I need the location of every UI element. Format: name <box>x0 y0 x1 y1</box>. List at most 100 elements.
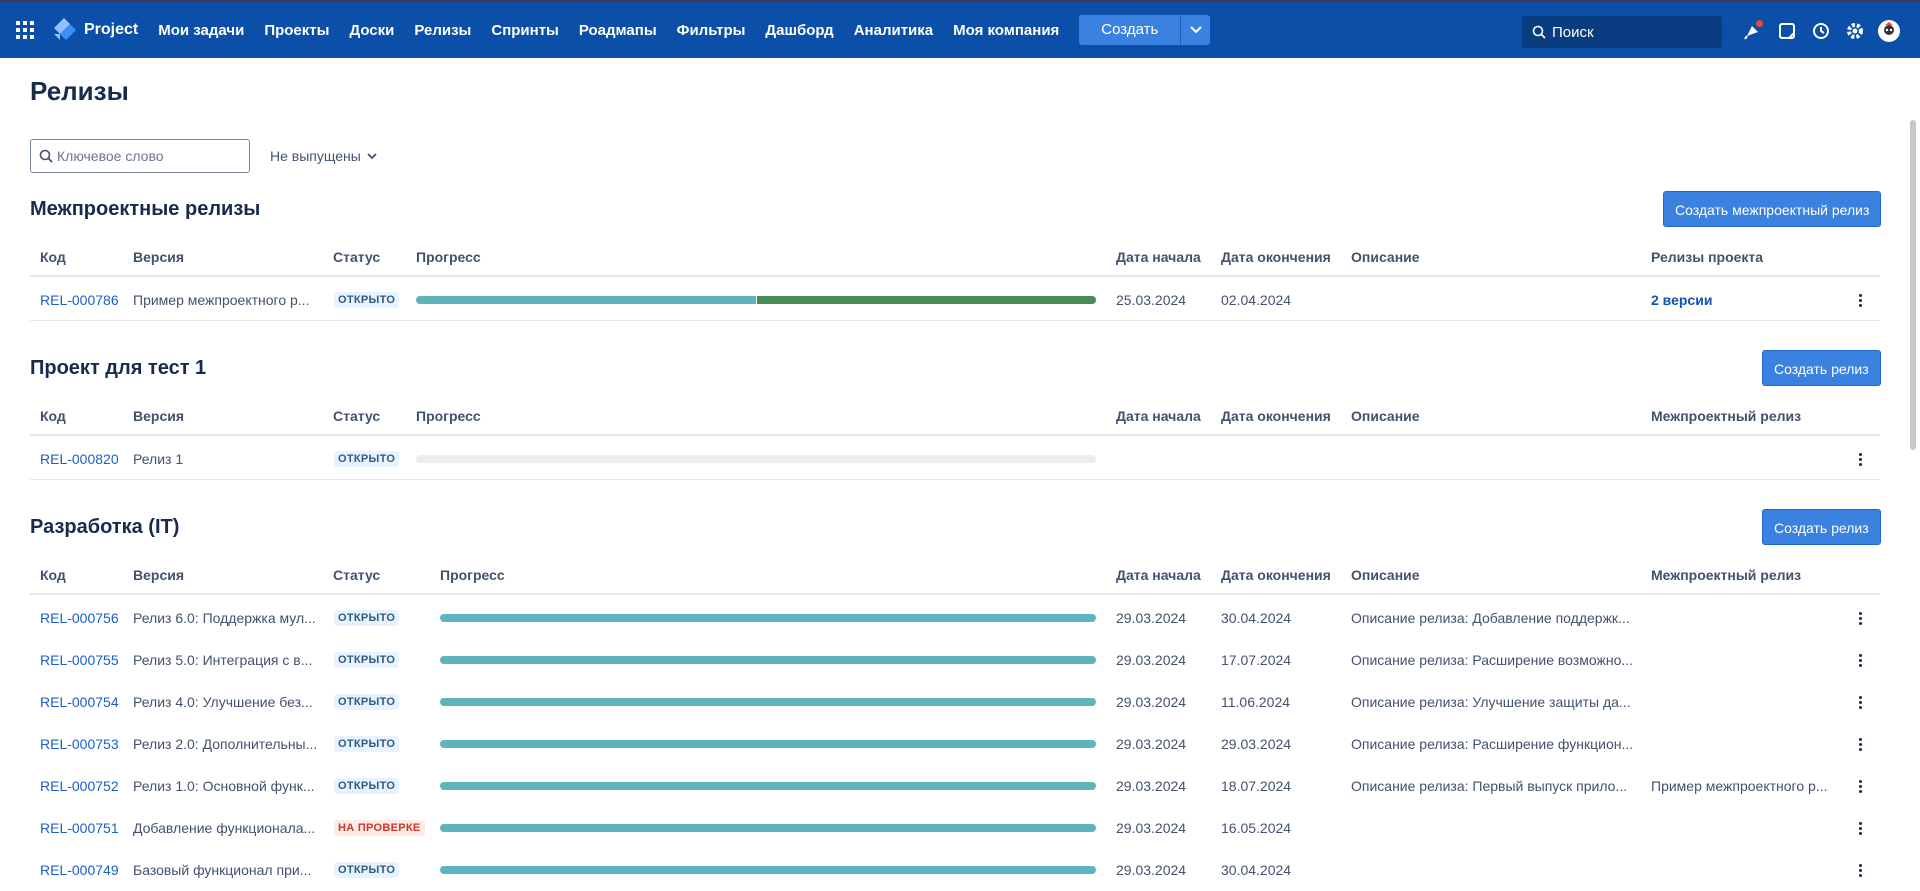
column-header-version[interactable]: Версия <box>133 567 184 583</box>
column-header-end[interactable]: Дата окончения <box>1221 408 1331 424</box>
more-actions-icon[interactable] <box>1852 819 1868 837</box>
app-logo[interactable]: Project <box>52 18 138 42</box>
release-version[interactable]: Релиз 4.0: Улучшение без... <box>133 694 313 710</box>
column-header-related[interactable]: Межпроектный релиз <box>1651 567 1801 583</box>
progress-segment-in-progress <box>440 614 1096 622</box>
status-badge: ОТКРЫТО <box>334 778 400 794</box>
keyword-search-field[interactable] <box>30 139 250 173</box>
column-header-start[interactable]: Дата начала <box>1116 249 1201 265</box>
release-code-link[interactable]: REL-000786 <box>40 292 119 308</box>
progress-bar <box>440 740 1096 748</box>
release-version[interactable]: Добавление функционала... <box>133 820 315 836</box>
more-actions-icon[interactable] <box>1852 693 1868 711</box>
nav-item[interactable]: Аналитика <box>854 22 933 39</box>
progress-segment-in-progress <box>440 866 1096 874</box>
release-version[interactable]: Релиз 5.0: Интеграция с в... <box>133 652 312 668</box>
table-row[interactable]: REL-000752 Релиз 1.0: Основной функ... ОТК… <box>30 765 1880 807</box>
table-row[interactable]: REL-000786 Пример межпроектного р... ОТКРЫ… <box>30 279 1880 321</box>
release-version[interactable]: Релиз 1.0: Основной функ... <box>133 778 315 794</box>
release-version[interactable]: Базовый функционал при... <box>133 862 311 878</box>
create-release-button[interactable]: Создать релиз <box>1762 509 1881 545</box>
more-actions-icon[interactable] <box>1852 861 1868 879</box>
create-dropdown-button[interactable] <box>1180 15 1211 45</box>
column-header-code[interactable]: Код <box>40 249 66 265</box>
progress-bar <box>440 782 1096 790</box>
release-code-link[interactable]: REL-000752 <box>40 778 119 794</box>
column-header-description[interactable]: Описание <box>1351 408 1420 424</box>
column-header-code[interactable]: Код <box>40 408 66 424</box>
nav-item[interactable]: Проекты <box>264 22 329 39</box>
column-header-related[interactable]: Межпроектный релиз <box>1651 408 1801 424</box>
status-filter-dropdown[interactable]: Не выпущены <box>270 148 377 164</box>
release-code-link[interactable]: REL-000749 <box>40 862 119 878</box>
column-header-version[interactable]: Версия <box>133 408 184 424</box>
table-row[interactable]: REL-000754 Релиз 4.0: Улучшение без... ОТК… <box>30 681 1880 723</box>
more-actions-icon[interactable] <box>1852 450 1868 468</box>
column-header-status[interactable]: Статус <box>333 567 380 583</box>
gear-icon[interactable] <box>1844 20 1866 42</box>
release-version[interactable]: Релиз 1 <box>133 451 183 467</box>
table-row[interactable]: REL-000749 Базовый функционал при... ОТКРЫ… <box>30 849 1880 891</box>
progress-segment-in-progress <box>440 656 1096 664</box>
create-release-button[interactable]: Создать релиз <box>1762 350 1881 386</box>
create-cross-release-button[interactable]: Создать межпроектный релиз <box>1663 191 1882 227</box>
notifications-icon[interactable] <box>1742 20 1764 42</box>
release-version[interactable]: Релиз 6.0: Поддержка мул... <box>133 610 316 626</box>
release-code-link[interactable]: REL-000751 <box>40 820 119 836</box>
nav-item[interactable]: Релизы <box>414 22 471 39</box>
release-code-link[interactable]: REL-000753 <box>40 736 119 752</box>
nav-item[interactable]: Роадмапы <box>579 22 657 39</box>
more-actions-icon[interactable] <box>1852 735 1868 753</box>
page-scrollbar[interactable] <box>1910 120 1916 450</box>
status-badge: ОТКРЫТО <box>334 652 400 668</box>
column-header-related[interactable]: Релизы проекта <box>1651 249 1763 265</box>
nav-item[interactable]: Мои задачи <box>158 22 244 39</box>
global-search-input[interactable]: Поиск <box>1522 16 1722 48</box>
column-header-start[interactable]: Дата начала <box>1116 567 1201 583</box>
keyword-input[interactable] <box>57 148 237 164</box>
nav-item[interactable]: Доски <box>349 22 394 39</box>
app-switcher-icon[interactable] <box>16 21 34 39</box>
column-header-version[interactable]: Версия <box>133 249 184 265</box>
release-code-link[interactable]: REL-000820 <box>40 451 119 467</box>
release-code-link[interactable]: REL-000756 <box>40 610 119 626</box>
table-row[interactable]: REL-000820 Релиз 1 ОТКРЫТО <box>30 438 1880 480</box>
create-button[interactable]: Создать <box>1079 15 1181 45</box>
page-title: Релизы <box>30 76 129 106</box>
column-header-end[interactable]: Дата окончения <box>1221 249 1331 265</box>
release-code-link[interactable]: REL-000754 <box>40 694 119 710</box>
notes-icon[interactable] <box>1776 20 1798 42</box>
section-title: Проект для тест 1 <box>30 357 207 379</box>
column-header-description[interactable]: Описание <box>1351 249 1420 265</box>
more-actions-icon[interactable] <box>1852 291 1868 309</box>
more-actions-icon[interactable] <box>1852 651 1868 669</box>
release-version[interactable]: Релиз 2.0: Дополнительны... <box>133 736 317 752</box>
release-code-link[interactable]: REL-000755 <box>40 652 119 668</box>
avatar[interactable] <box>1878 20 1900 42</box>
status-badge: ОТКРЫТО <box>334 862 400 878</box>
start-date: 29.03.2024 <box>1116 694 1187 710</box>
status-filter-label: Не выпущены <box>270 148 361 164</box>
nav-item[interactable]: Моя компания <box>953 22 1059 39</box>
column-header-end[interactable]: Дата окончения <box>1221 567 1331 583</box>
related-release-link[interactable]: 2 версии <box>1651 292 1712 308</box>
column-header-start[interactable]: Дата начала <box>1116 408 1201 424</box>
more-actions-icon[interactable] <box>1852 609 1868 627</box>
table-row[interactable]: REL-000756 Релиз 6.0: Поддержка мул... ОТК… <box>30 597 1880 639</box>
nav-item[interactable]: Дашборд <box>765 22 833 39</box>
nav-item[interactable]: Спринты <box>491 22 559 39</box>
release-version[interactable]: Пример межпроектного р... <box>133 292 309 308</box>
nav-item[interactable]: Фильтры <box>677 22 746 39</box>
start-date: 29.03.2024 <box>1116 652 1187 668</box>
table-row[interactable]: REL-000755 Релиз 5.0: Интеграция с в... ОТ… <box>30 639 1880 681</box>
status-badge: ОТКРЫТО <box>334 451 400 467</box>
column-header-description[interactable]: Описание <box>1351 567 1420 583</box>
column-header-code[interactable]: Код <box>40 567 66 583</box>
column-header-status[interactable]: Статус <box>333 408 380 424</box>
column-header-status[interactable]: Статус <box>333 249 380 265</box>
table-row[interactable]: REL-000751 Добавление функционала... НА ПР… <box>30 807 1880 849</box>
related-release-link[interactable]: Пример межпроектного р... <box>1651 778 1827 794</box>
table-row[interactable]: REL-000753 Релиз 2.0: Дополнительны... ОТК… <box>30 723 1880 765</box>
history-icon[interactable] <box>1810 20 1832 42</box>
more-actions-icon[interactable] <box>1852 777 1868 795</box>
